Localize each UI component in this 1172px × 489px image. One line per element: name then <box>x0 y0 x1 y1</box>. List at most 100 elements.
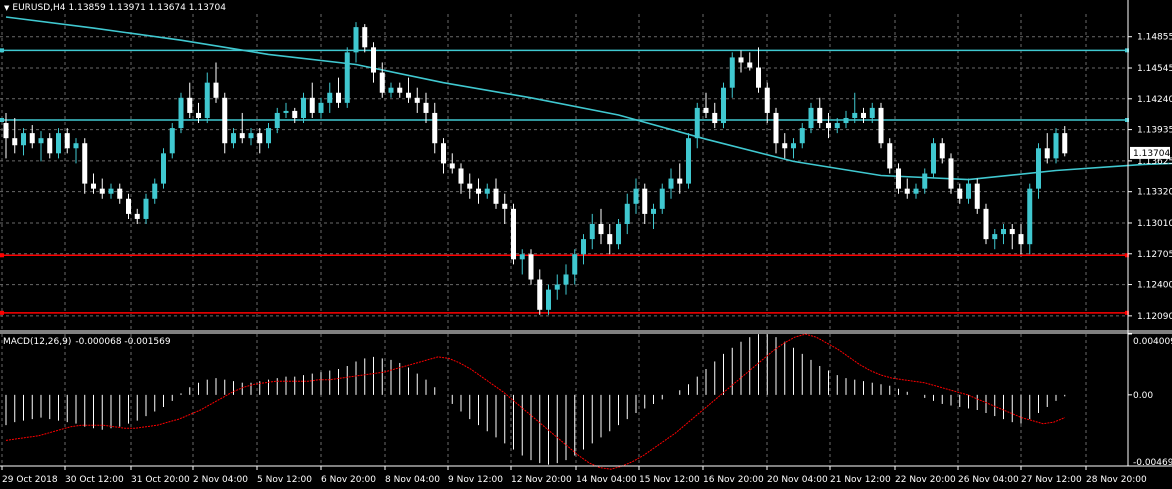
candle-body <box>642 188 648 214</box>
candle-body <box>773 112 779 144</box>
candle-body <box>528 254 534 280</box>
candle-body <box>318 102 324 113</box>
candle-body <box>161 153 166 184</box>
dropdown-arrow-icon[interactable]: ▼ <box>4 3 9 14</box>
price-tick-label: 1.14855 <box>1137 33 1172 43</box>
candle-body <box>843 117 849 124</box>
candle-body <box>1044 148 1050 159</box>
candle-body <box>56 133 61 154</box>
candle-body <box>47 138 53 154</box>
price-tick-label: 1.14545 <box>1137 64 1172 74</box>
candle-body <box>1027 188 1033 245</box>
candle-body <box>406 92 411 98</box>
candle-body <box>423 102 429 113</box>
candle-body <box>948 158 954 189</box>
time-tick-label: 26 Nov 04:00 <box>958 475 1019 485</box>
time-tick-label: 12 Nov 20:00 <box>511 475 572 485</box>
time-tick-label: 2 Nov 04:00 <box>193 475 248 485</box>
candle-body <box>178 97 184 129</box>
macd-header: MACD(12,26,9) -0.000068 -0.001569 <box>3 337 171 347</box>
candle-body <box>1036 148 1041 189</box>
trading-chart[interactable]: 1.148551.145451.142401.139351.136251.133… <box>0 0 1172 489</box>
time-tick-label: 22 Nov 20:00 <box>895 475 956 485</box>
candle-body <box>502 203 508 209</box>
macd-tick-label: 0.00 <box>1133 391 1153 401</box>
candle-body <box>546 289 551 310</box>
candle-body <box>108 188 114 194</box>
candle-body <box>64 133 70 149</box>
candle-body <box>633 188 639 204</box>
candle-body <box>686 138 691 184</box>
candle-body <box>904 188 910 194</box>
candle-body <box>1062 133 1068 154</box>
candle-body <box>1009 229 1015 235</box>
candle-body <box>484 188 490 194</box>
macd-values: -0.000068 -0.001569 <box>75 337 171 347</box>
candle-body <box>939 143 945 159</box>
candle-body <box>738 57 744 63</box>
candle-body <box>519 254 525 260</box>
candle-body <box>3 123 9 139</box>
candle-body <box>397 87 403 93</box>
candle-body <box>441 143 446 164</box>
candle-body <box>99 188 105 194</box>
candle-body <box>467 183 473 189</box>
candle-body <box>878 107 884 144</box>
candle-body <box>283 110 289 113</box>
candle-body <box>598 223 604 235</box>
candle-body <box>29 133 35 144</box>
candle-body <box>931 143 936 174</box>
candle-body <box>624 203 630 224</box>
candle-body <box>869 107 875 118</box>
candle-body <box>966 183 971 199</box>
time-tick-label: 15 Nov 12:00 <box>639 475 700 485</box>
time-tick-label: 5 Nov 12:00 <box>257 475 312 485</box>
time-tick-label: 27 Nov 12:00 <box>1021 475 1082 485</box>
candle-body <box>204 82 210 118</box>
candle-body <box>213 82 219 98</box>
price-tick-label: 1.14240 <box>1137 95 1172 105</box>
candle-body <box>134 213 140 219</box>
candle-body <box>677 178 683 184</box>
candle-body <box>581 239 586 255</box>
candle-body <box>554 284 560 290</box>
candle-body <box>922 173 928 189</box>
time-tick-label: 20 Nov 04:00 <box>767 475 828 485</box>
candle-body <box>126 198 131 214</box>
candle-body <box>817 107 823 124</box>
candle-body <box>353 27 359 53</box>
candle-body <box>808 107 814 129</box>
time-tick-label: 8 Nov 04:00 <box>385 475 440 485</box>
candle-body <box>563 274 569 285</box>
candle-body <box>791 143 796 149</box>
candle-body <box>152 183 158 199</box>
candle-body <box>782 143 788 149</box>
candle-body <box>476 188 481 194</box>
candle-body <box>852 112 858 118</box>
price-tick-label: 1.12705 <box>1137 250 1172 260</box>
candle-body <box>266 128 271 144</box>
candle-body <box>694 107 700 139</box>
candle-body <box>222 97 228 144</box>
candle-body <box>511 208 516 260</box>
price-tick-label: 1.12400 <box>1137 281 1172 291</box>
candle-body <box>826 123 831 129</box>
time-tick-label: 9 Nov 12:00 <box>448 475 503 485</box>
candle-body <box>712 112 718 124</box>
resistance-line-handle <box>0 118 4 123</box>
candle-body <box>668 178 674 189</box>
time-tick-label: 31 Oct 20:00 <box>131 475 190 485</box>
candle-body <box>371 47 376 73</box>
candle-body <box>362 27 368 48</box>
candle-body <box>187 97 193 113</box>
candle-body <box>799 128 805 144</box>
candle-body <box>572 254 578 275</box>
time-tick-label: 16 Nov 20:00 <box>703 475 764 485</box>
candle-body <box>974 183 980 209</box>
candle-body <box>756 67 761 88</box>
candle-body <box>992 234 998 240</box>
candle-body <box>537 279 543 310</box>
candle-body <box>309 97 315 113</box>
candle-body <box>239 133 245 139</box>
candle-body <box>336 92 341 103</box>
